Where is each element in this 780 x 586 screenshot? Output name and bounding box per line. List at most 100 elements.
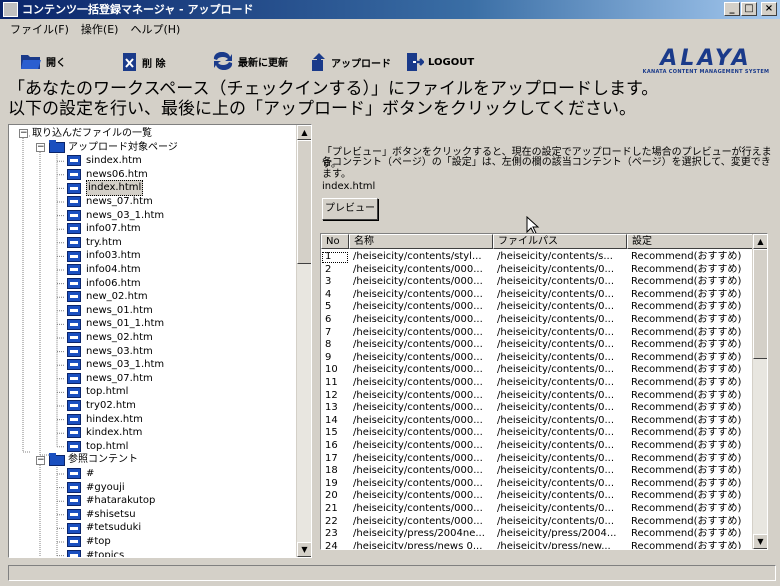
- tree-item-file[interactable]: sindex.htm: [67, 154, 142, 168]
- tree-item-file[interactable]: news_01.htm: [67, 304, 153, 318]
- cell-setting: Recommend(おすすめ): [631, 477, 742, 489]
- tree-item-reference[interactable]: #gyouji: [67, 481, 125, 495]
- cell-no: 10: [325, 364, 338, 376]
- title-bar: コンテンツ一括登録マネージャ - アップロード _ □ ×: [0, 0, 780, 19]
- table-row[interactable]: 7/heiseicity/contents/000... /heiseicity/…: [321, 327, 753, 340]
- tree-item-file[interactable]: info03.htm: [67, 249, 141, 263]
- tree-item-file[interactable]: news_03_1.htm: [67, 209, 164, 223]
- tree-group-references[interactable]: − 参照コンテント: [36, 452, 138, 467]
- table-row[interactable]: 19/heiseicity/contents/000... /heiseicity…: [321, 478, 753, 491]
- table-row[interactable]: 23/heiseicity/press/2004ne... /heiseicity…: [321, 528, 753, 541]
- table-row[interactable]: 3/heiseicity/contents/000... /heiseicity/…: [321, 276, 753, 289]
- tree-item-file[interactable]: new_02.htm: [67, 290, 148, 304]
- html-page-icon: [67, 495, 81, 507]
- upload-button[interactable]: アップロード: [311, 52, 391, 72]
- tree-item-file[interactable]: info04.htm: [67, 263, 141, 277]
- table-row[interactable]: 13/heiseicity/contents/000... /heiseicity…: [321, 402, 753, 415]
- collapse-toggle-icon[interactable]: −: [19, 129, 28, 139]
- logout-button[interactable]: LOGOUT: [406, 52, 474, 72]
- tree-item-file[interactable]: news_01_1.htm: [67, 317, 164, 331]
- col-filepath[interactable]: ファイルパス: [493, 234, 627, 249]
- table-row[interactable]: 24/heiseicity/press/news 0... /heiseicity…: [321, 541, 753, 549]
- tree-item-file[interactable]: hindex.htm: [67, 413, 143, 427]
- table-row[interactable]: 1/heiseicity/contents/styl... /heiseicity…: [321, 251, 753, 264]
- close-button[interactable]: ×: [761, 2, 777, 16]
- grid-scrollbar[interactable]: ▲ ▼: [752, 234, 767, 549]
- tree-item-file[interactable]: news06.htm: [67, 168, 148, 182]
- cell-name: /heiseicity/contents/000...: [353, 427, 483, 439]
- table-row[interactable]: 16/heiseicity/contents/000... /heiseicity…: [321, 440, 753, 453]
- tree-item-file[interactable]: news_07.htm: [67, 195, 153, 209]
- table-row[interactable]: 2/heiseicity/contents/000... /heiseicity/…: [321, 264, 753, 277]
- minimize-button[interactable]: _: [724, 2, 740, 16]
- table-row[interactable]: 5/heiseicity/contents/000... /heiseicity/…: [321, 301, 753, 314]
- tree-item-file[interactable]: top.html: [67, 385, 128, 399]
- tree-scroll-thumb[interactable]: [297, 140, 311, 264]
- tree-item-file[interactable]: kindex.htm: [67, 426, 142, 440]
- cell-no: 21: [325, 503, 338, 514]
- table-row[interactable]: 14/heiseicity/contents/000... /heiseicity…: [321, 415, 753, 428]
- scroll-up-icon[interactable]: ▲: [297, 125, 311, 140]
- tree-item-reference[interactable]: #hatarakutop: [67, 494, 155, 508]
- tree-item-file[interactable]: news_03.htm: [67, 345, 153, 359]
- table-row[interactable]: 18/heiseicity/contents/000... /heiseicity…: [321, 465, 753, 478]
- grid-scroll-down-icon[interactable]: ▼: [753, 534, 767, 549]
- cell-name: /heiseicity/contents/000...: [353, 440, 483, 451]
- tree-item-file[interactable]: try02.htm: [67, 399, 136, 413]
- tree-item-file[interactable]: index.html: [67, 180, 144, 196]
- preview-button[interactable]: プレビュー: [322, 198, 378, 220]
- table-row[interactable]: 21/heiseicity/contents/000... /heiseicity…: [321, 503, 753, 516]
- grid-scroll-up-icon[interactable]: ▲: [753, 234, 767, 249]
- collapse-toggle-icon[interactable]: −: [36, 142, 45, 152]
- cell-filepath: /heiseicity/contents/0...: [497, 402, 615, 414]
- html-page-icon: [67, 413, 81, 425]
- table-row[interactable]: 8/heiseicity/contents/000... /heiseicity/…: [321, 339, 753, 352]
- menu-bar: ファイル(F) 操作(E) ヘルプ(H): [0, 19, 780, 38]
- cell-setting: Recommend(おすすめ): [631, 364, 742, 376]
- tree-item-reference[interactable]: #shisetsu: [67, 508, 136, 522]
- tree-group-upload-targets[interactable]: − アップロード対象ページ: [36, 139, 178, 155]
- table-row[interactable]: 22/heiseicity/contents/000... /heiseicity…: [321, 516, 753, 529]
- delete-button[interactable]: 削 除: [122, 52, 165, 72]
- col-no[interactable]: No: [321, 234, 349, 249]
- menu-help[interactable]: ヘルプ(H): [124, 21, 186, 37]
- upload-grid[interactable]: No 名称 ファイルパス 設定 ▲ ▼ 1/heiseicity/content…: [320, 233, 768, 550]
- table-row[interactable]: 15/heiseicity/contents/000... /heiseicity…: [321, 427, 753, 440]
- grid-scroll-thumb[interactable]: [753, 249, 767, 359]
- tree-item-file[interactable]: news_07.htm: [67, 372, 153, 386]
- menu-file[interactable]: ファイル(F): [4, 21, 75, 37]
- tree-item-file[interactable]: info06.htm: [67, 277, 141, 291]
- tree-item-file[interactable]: news_03_1.htm: [67, 358, 164, 372]
- cell-setting: Recommend(おすすめ): [631, 326, 742, 338]
- tree-item-reference[interactable]: #topics: [67, 549, 124, 557]
- tree-item-file[interactable]: try.htm: [67, 236, 122, 250]
- collapse-toggle-icon[interactable]: −: [36, 455, 45, 465]
- tree-item-reference[interactable]: #top: [67, 535, 111, 549]
- col-setting[interactable]: 設定: [627, 234, 753, 249]
- scroll-down-icon[interactable]: ▼: [297, 542, 311, 557]
- table-row[interactable]: 6/heiseicity/contents/000... /heiseicity/…: [321, 314, 753, 327]
- cell-no: 8: [325, 339, 332, 351]
- col-name[interactable]: 名称: [349, 234, 493, 249]
- menu-operation[interactable]: 操作(E): [75, 21, 125, 37]
- tree-scrollbar[interactable]: ▲ ▼: [296, 125, 311, 557]
- tree-item-reference[interactable]: #: [67, 467, 94, 481]
- tree-item-reference[interactable]: #tetsuduki: [67, 521, 141, 535]
- table-row[interactable]: 17/heiseicity/contents/000... /heiseicity…: [321, 453, 753, 466]
- tree-item-file[interactable]: news_02.htm: [67, 331, 153, 345]
- table-row[interactable]: 12/heiseicity/contents/000... /heiseicity…: [321, 390, 753, 403]
- tree-item-file[interactable]: top.html: [67, 440, 128, 454]
- open-button[interactable]: 開く: [20, 52, 66, 70]
- refresh-button[interactable]: 最新に更新: [212, 52, 288, 70]
- file-tree[interactable]: ▲ ▼ − 取り込んだファイルの一覧 − アップロード対象ページ sindex.htm n…: [8, 124, 312, 558]
- html-page-icon: [67, 318, 81, 330]
- table-row[interactable]: 20/heiseicity/contents/000... /heiseicity…: [321, 490, 753, 503]
- table-row[interactable]: 4/heiseicity/contents/000... /heiseicity/…: [321, 289, 753, 302]
- maximize-button[interactable]: □: [741, 2, 757, 16]
- tree-item-file[interactable]: info07.htm: [67, 222, 141, 236]
- table-row[interactable]: 11/heiseicity/contents/000... /heiseicity…: [321, 377, 753, 390]
- table-row[interactable]: 9/heiseicity/contents/000... /heiseicity/…: [321, 352, 753, 365]
- tree-root[interactable]: − 取り込んだファイルの一覧: [19, 127, 152, 141]
- table-row[interactable]: 10/heiseicity/contents/000... /heiseicity…: [321, 364, 753, 377]
- tree-item-label: new_02.htm: [86, 291, 148, 303]
